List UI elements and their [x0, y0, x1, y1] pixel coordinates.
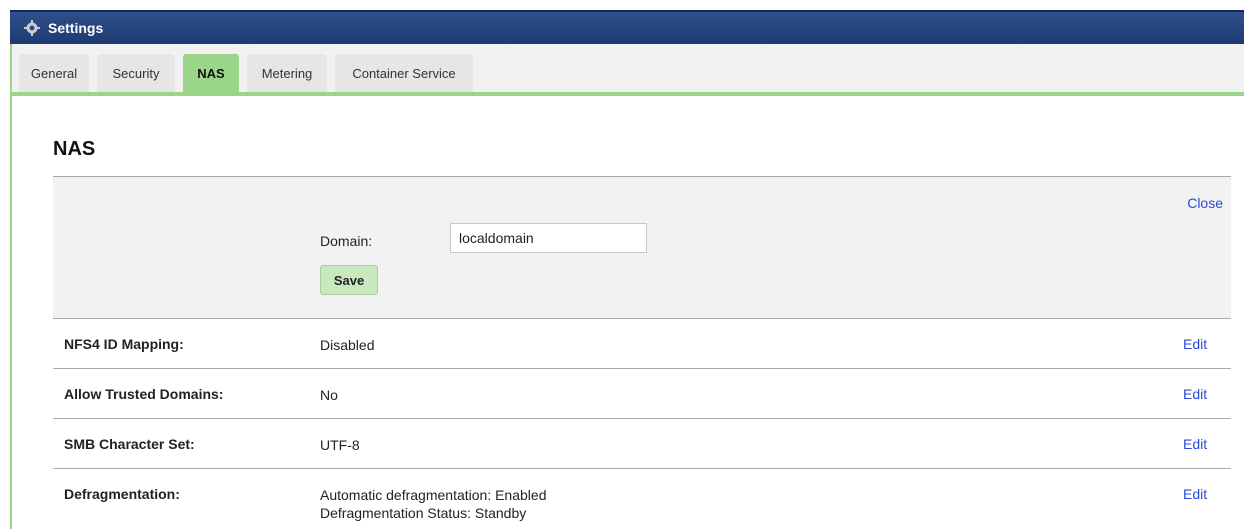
domain-input[interactable]	[450, 223, 647, 253]
window-title: Settings	[48, 20, 104, 36]
left-accent-border	[10, 44, 12, 529]
domain-edit-panel: Close Domain: Save	[53, 176, 1231, 319]
edit-link[interactable]: Edit	[1183, 386, 1207, 402]
tab-container-service[interactable]: Container Service	[335, 54, 473, 92]
setting-row-defragmentation: Defragmentation: Automatic defragmentati…	[53, 469, 1231, 529]
edit-link[interactable]: Edit	[1183, 486, 1207, 502]
domain-label: Domain:	[320, 233, 373, 249]
setting-label: NFS4 ID Mapping:	[64, 336, 184, 352]
setting-row-smb-character-set: SMB Character Set: UTF-8 Edit	[53, 419, 1231, 469]
tab-general[interactable]: General	[19, 54, 89, 92]
save-button[interactable]: Save	[320, 265, 378, 295]
defrag-automatic-line: Automatic defragmentation: Enabled	[320, 487, 547, 503]
section-title: NAS	[53, 138, 96, 160]
setting-value: No	[320, 387, 338, 403]
setting-row-nfs4-id-mapping: NFS4 ID Mapping: Disabled Edit	[53, 319, 1231, 369]
setting-value: Automatic defragmentation: Enabled Defra…	[320, 486, 546, 522]
setting-value: UTF-8	[320, 437, 360, 453]
tab-metering[interactable]: Metering	[247, 54, 327, 92]
tab-security[interactable]: Security	[97, 54, 175, 92]
tab-bar: General Security NAS Metering Container …	[12, 44, 1244, 96]
setting-label: Allow Trusted Domains:	[64, 386, 224, 402]
setting-row-allow-trusted-domains: Allow Trusted Domains: No Edit	[53, 369, 1231, 419]
tab-nas[interactable]: NAS	[183, 54, 239, 92]
defrag-status-line: Defragmentation Status: Standby	[320, 505, 527, 521]
close-link[interactable]: Close	[1187, 195, 1223, 211]
settings-titlebar: Settings	[10, 10, 1244, 44]
setting-label: SMB Character Set:	[64, 436, 195, 452]
setting-value: Disabled	[320, 337, 375, 353]
edit-link[interactable]: Edit	[1183, 436, 1207, 452]
edit-link[interactable]: Edit	[1183, 336, 1207, 352]
gear-icon	[24, 20, 40, 36]
setting-label: Defragmentation:	[64, 486, 180, 502]
